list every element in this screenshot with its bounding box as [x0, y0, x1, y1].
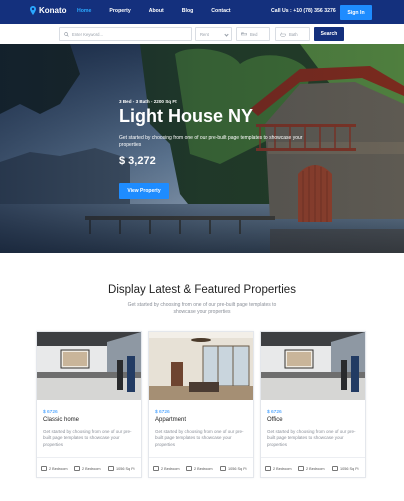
keyword-placeholder: Enter Keyword... [72, 31, 103, 37]
property-title[interactable]: Office [267, 417, 283, 423]
type-select-value: Rent [200, 31, 209, 37]
bath-icon [74, 466, 80, 471]
nav-blog[interactable]: Blog [182, 8, 194, 14]
search-bar: Enter Keyword... Rent Bed Bath Search [0, 24, 404, 44]
hero-price: $ 3,272 [119, 155, 156, 167]
area-icon [220, 466, 226, 471]
bath-icon [298, 466, 304, 471]
logo-text: Konato [39, 6, 67, 15]
property-price: $ 6726 [267, 410, 282, 415]
area-icon [332, 466, 338, 471]
section-subtitle: Get started by choosing from one of our … [127, 302, 277, 315]
bedroom-feature: 2 Bedroom [265, 466, 292, 471]
chevron-down-icon [224, 32, 229, 37]
hero-banner: 3 Bed - 3 Bath - 2200 Sq Ft Light House … [0, 44, 404, 253]
area-icon [108, 466, 114, 471]
property-description: Get started by choosing from one of our … [43, 429, 132, 447]
nav-property[interactable]: Property [109, 8, 130, 14]
bedroom-feature: 2 Bedroom [153, 466, 180, 471]
property-title[interactable]: Classic home [43, 417, 79, 423]
bed-icon [41, 466, 47, 471]
beds-select[interactable]: Bed [236, 27, 270, 41]
bathroom-feature: 2 Bedroom [298, 466, 325, 471]
card-divider [149, 457, 253, 458]
property-card[interactable]: $ 6726 Office Get started by choosing fr… [260, 331, 366, 478]
property-card[interactable]: $ 6726 Appartment Get started by choosin… [148, 331, 254, 478]
search-button[interactable]: Search [314, 27, 344, 41]
property-price: $ 6726 [43, 410, 58, 415]
area-feature: 1056 Sq Ft [108, 466, 135, 471]
bath-select[interactable]: Bath [275, 27, 310, 41]
area-text: 1056 Sq Ft [228, 466, 247, 471]
logo[interactable]: Konato [30, 6, 67, 15]
nav-home[interactable]: Home [77, 8, 91, 14]
bathroom-text: 2 Bedroom [194, 466, 213, 471]
bedroom-text: 2 Bedroom [273, 466, 292, 471]
bathroom-feature: 2 Bedroom [186, 466, 213, 471]
property-description: Get started by choosing from one of our … [267, 429, 356, 447]
area-text: 1056 Sq Ft [340, 466, 359, 471]
type-select[interactable]: Rent [195, 27, 232, 41]
property-price: $ 6726 [155, 410, 170, 415]
sign-in-button[interactable]: Sign In [340, 5, 372, 20]
bed-icon [265, 466, 271, 471]
bath-icon [186, 466, 192, 471]
view-property-button[interactable]: View Property [119, 183, 169, 199]
bathroom-feature: 2 Bedroom [74, 466, 101, 471]
bathroom-text: 2 Bedroom [306, 466, 325, 471]
area-text: 1056 Sq Ft [116, 466, 135, 471]
property-title[interactable]: Appartment [155, 417, 186, 423]
nav-links: Home Property About Blog Contact [77, 8, 249, 14]
section-title: Display Latest & Featured Properties [108, 284, 296, 296]
bed-icon [241, 32, 247, 36]
nav-contact[interactable]: Contact [211, 8, 230, 14]
hero-property-meta: 3 Bed - 3 Bath - 2200 Sq Ft [119, 99, 177, 104]
beds-select-value: Bed [250, 31, 258, 37]
nav-about[interactable]: About [149, 8, 164, 14]
bedroom-feature: 2 Bedroom [41, 466, 68, 471]
property-image[interactable] [149, 332, 253, 400]
bathroom-text: 2 Bedroom [82, 466, 101, 471]
hero-title: Light House NY [119, 106, 253, 126]
property-description: Get started by choosing from one of our … [155, 429, 244, 447]
bath-icon [280, 32, 286, 37]
card-divider [261, 457, 365, 458]
location-pin-icon [30, 6, 36, 15]
bedroom-text: 2 Bedroom [161, 466, 180, 471]
card-divider [37, 457, 141, 458]
area-feature: 1056 Sq Ft [332, 466, 359, 471]
call-us-text: Call Us : +10 (78) 356 3276 [271, 8, 336, 14]
area-feature: 1056 Sq Ft [220, 466, 247, 471]
search-icon [64, 31, 69, 37]
bedroom-text: 2 Bedroom [49, 466, 68, 471]
property-image[interactable] [37, 332, 141, 400]
property-card[interactable]: $ 6726 Classic home Get started by choos… [36, 331, 142, 478]
bed-icon [153, 466, 159, 471]
bath-select-value: Bath [289, 31, 298, 37]
property-image[interactable] [261, 332, 365, 400]
top-navbar: Konato Home Property About Blog Contact … [0, 0, 404, 24]
keyword-input[interactable]: Enter Keyword... [59, 27, 192, 41]
hero-description: Get started by choosing from one of our … [119, 135, 303, 148]
